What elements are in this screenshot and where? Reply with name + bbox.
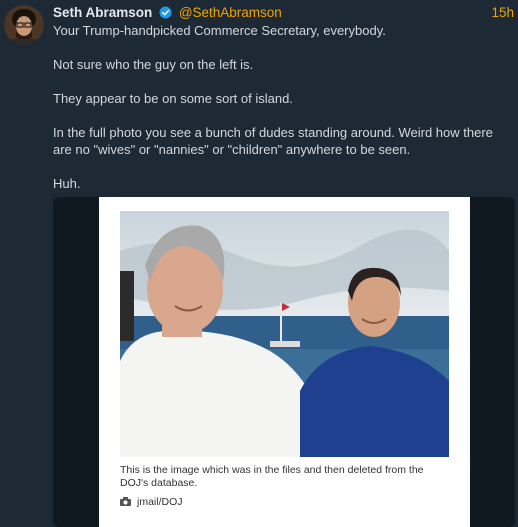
post-paragraph: In the full photo you see a bunch of dud… (53, 125, 493, 157)
author-name[interactable]: Seth Abramson (53, 5, 152, 20)
post-paragraph: They appear to be on some sort of island… (53, 91, 293, 106)
photo-credit-text: jmail/DOJ (137, 496, 183, 508)
camera-icon (120, 497, 131, 506)
post-paragraph: Your Trump-handpicked Commerce Secretary… (53, 23, 386, 38)
author-handle[interactable]: @SethAbramson (179, 5, 282, 20)
post-text: Your Trump-handpicked Commerce Secretary… (53, 22, 509, 192)
post-header: Seth Abramson @SethAbramson 15h (53, 4, 514, 22)
photo-image (120, 211, 449, 457)
photo-caption: This is the image which was in the files… (120, 464, 424, 489)
verified-badge-icon (159, 6, 172, 19)
avatar-image (4, 5, 44, 45)
media-attachment[interactable]: This is the image which was in the files… (53, 197, 515, 527)
post-timestamp[interactable]: 15h (491, 4, 514, 22)
embedded-screenshot: This is the image which was in the files… (99, 197, 470, 527)
photo-credit: jmail/DOJ (120, 496, 183, 508)
avatar[interactable] (4, 5, 44, 45)
post-paragraph: Huh. (53, 176, 81, 191)
photo (120, 211, 449, 457)
post-paragraph: Not sure who the guy on the left is. (53, 57, 254, 72)
